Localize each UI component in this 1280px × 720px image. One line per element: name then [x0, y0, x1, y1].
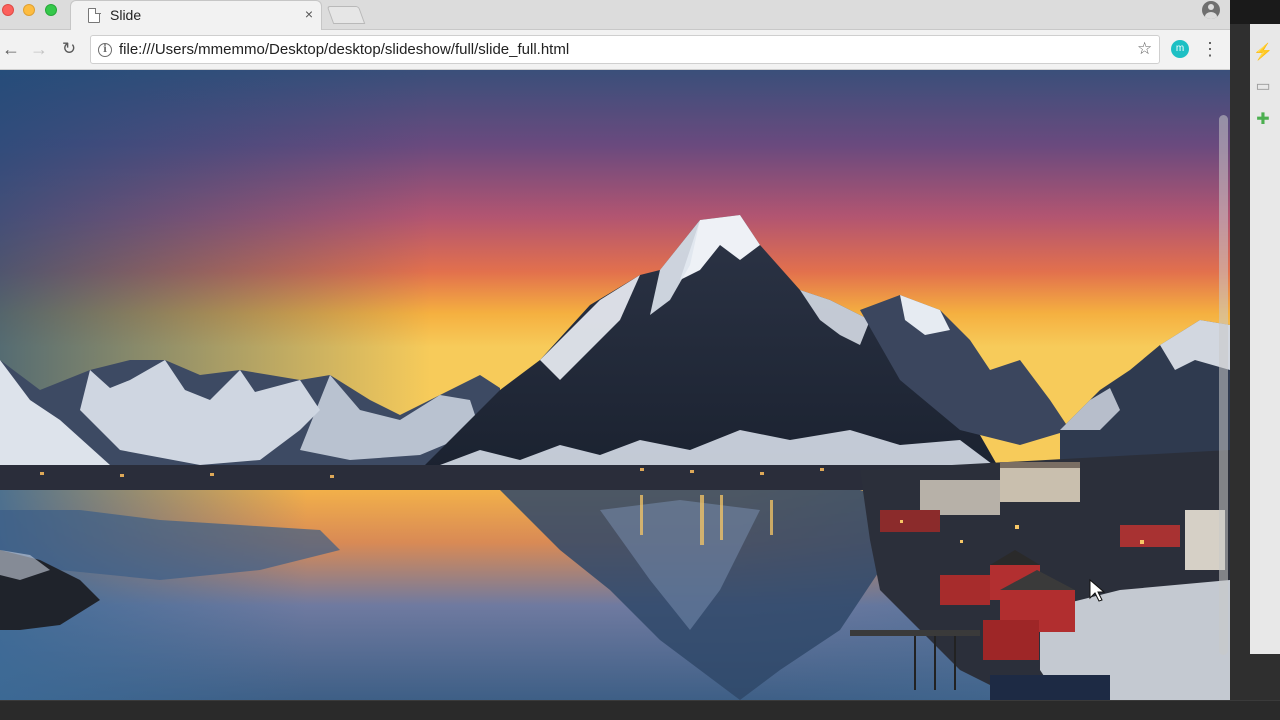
close-window-button[interactable] — [2, 4, 14, 16]
url-text[interactable]: file:///Users/mmemmo/Desktop/desktop/sli… — [119, 41, 569, 58]
maximize-window-button[interactable] — [45, 4, 57, 16]
forward-button[interactable]: → — [28, 38, 50, 60]
tab-slide[interactable]: Slide × — [70, 0, 322, 30]
toolbar: ← → ↻ i file:///Users/mmemmo/Desktop/des… — [0, 30, 1230, 70]
page-scrollbar[interactable] — [1219, 115, 1228, 655]
tab-title: Slide — [110, 7, 142, 23]
bookmark-star-icon[interactable]: ☆ — [1137, 39, 1152, 59]
site-info-icon[interactable]: i — [98, 43, 112, 57]
profile-icon[interactable] — [1202, 1, 1220, 19]
chart-icon[interactable]: ⚡ — [1252, 44, 1274, 62]
tab-close-icon[interactable]: × — [301, 5, 317, 23]
extension-icon[interactable]: m — [1171, 40, 1189, 58]
desktop-bottom-bar — [0, 700, 1280, 720]
tab-strip: Slide × — [0, 0, 1230, 30]
back-button[interactable]: ← — [0, 38, 22, 60]
slide-image — [0, 70, 1230, 700]
reload-button[interactable]: ↻ — [58, 38, 80, 60]
address-bar[interactable]: i file:///Users/mmemmo/Desktop/desktop/s… — [90, 35, 1160, 64]
document-icon — [88, 7, 101, 23]
minimize-window-button[interactable] — [23, 4, 35, 16]
browser-menu-icon[interactable]: ⋮ — [1201, 38, 1219, 60]
dock-top-bar — [1230, 0, 1280, 24]
new-tab-button[interactable] — [326, 6, 366, 24]
browser-window: Slide × ← → ↻ i file:///Users/mmemmo/Des… — [0, 0, 1230, 700]
briefcase-icon[interactable]: ▭ — [1252, 78, 1274, 96]
side-dock — [1230, 0, 1280, 720]
page-viewport — [0, 70, 1230, 700]
gift-icon[interactable]: ✚ — [1252, 111, 1274, 129]
